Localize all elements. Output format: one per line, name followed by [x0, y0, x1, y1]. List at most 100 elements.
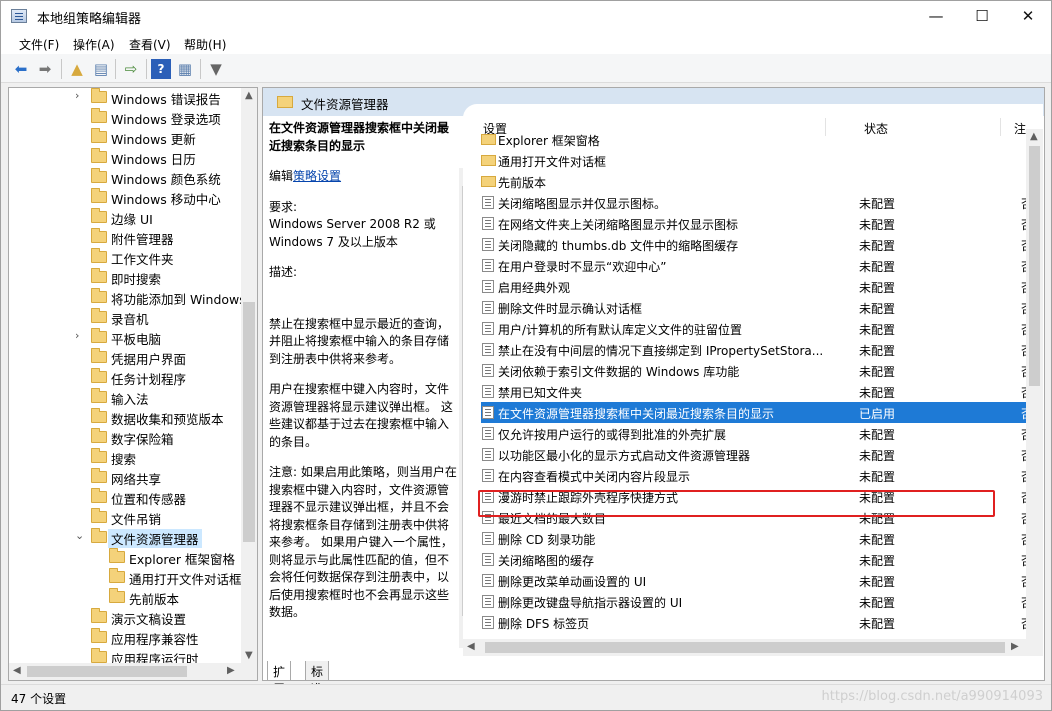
folder-icon — [109, 548, 125, 563]
setting-state: 未配置 — [859, 596, 896, 610]
setting-name: 以功能区最小化的显示方式启动文件资源管理器 — [498, 449, 751, 463]
policy-row[interactable]: 关闭隐藏的 thumbs.db 文件中的缩略图缓存未配置否 — [481, 234, 1041, 255]
policy-description: 在文件资源管理器搜索框中关闭最近搜索条目的显示 编辑策略设置 要求: Windo… — [269, 120, 457, 640]
policy-row[interactable]: 删除文件时显示确认对话框未配置否 — [481, 297, 1041, 318]
policy-setting-icon — [482, 238, 494, 251]
policy-row[interactable]: 删除 CD 刻录功能未配置否 — [481, 528, 1041, 549]
policy-row[interactable]: 关闭缩略图的缓存未配置否 — [481, 549, 1041, 570]
details-pane: 文件资源管理器 在文件资源管理器搜索框中关闭最近搜索条目的显示 编辑策略设置 要… — [262, 87, 1045, 681]
setting-name: 在网络文件夹上关闭缩略图显示并仅显示图标 — [498, 218, 739, 232]
edit-policy-link[interactable]: 策略设置 — [293, 169, 341, 183]
requirements-text: Windows Server 2008 R2 或 Windows 7 及以上版本 — [269, 217, 436, 249]
help-icon[interactable]: ? — [151, 59, 171, 79]
policy-row-selected[interactable]: 在文件资源管理器搜索框中关闭最近搜索条目的显示已启用否 — [481, 402, 1041, 423]
setting-state: 未配置 — [859, 323, 896, 337]
policy-row[interactable]: 启用经典外观未配置否 — [481, 276, 1041, 297]
policy-setting-icon — [482, 553, 494, 566]
toolbar: ⬅ ➡ ▲ ▤ ⇨ ? ▦ ▼ — [1, 54, 1051, 83]
setting-name: 仅允许按用户运行的或得到批准的外壳扩展 — [498, 428, 727, 442]
tree-vertical-scrollbar[interactable]: ▲ ▼ — [241, 88, 257, 663]
policy-row[interactable]: 删除 DFS 标签页未配置否 — [481, 612, 1041, 633]
policy-row[interactable]: 删除更改键盘导航指示器设置的 UI未配置否 — [481, 591, 1041, 612]
folder-icon — [91, 388, 107, 403]
scroll-left-icon[interactable]: ◀ — [13, 665, 21, 676]
requirements-label: 要求: — [269, 199, 298, 214]
scroll-up-icon[interactable]: ▲ — [1030, 131, 1038, 142]
forward-icon[interactable]: ➡ — [35, 59, 55, 79]
description-paragraph: 禁止在搜索框中显示最近的查询，并阻止将搜索框中输入的条目存储到注册表中供将来参考… — [269, 316, 450, 366]
policy-row[interactable]: 以功能区最小化的显示方式启动文件资源管理器未配置否 — [481, 444, 1041, 465]
policy-row[interactable]: 仅允许按用户运行的或得到批准的外壳扩展未配置否 — [481, 423, 1041, 444]
menu-file[interactable]: 文件(F) — [19, 36, 59, 53]
folder-icon — [91, 108, 107, 123]
policy-setting-icon — [482, 385, 494, 398]
scroll-left-icon[interactable]: ◀ — [467, 641, 475, 652]
policy-row[interactable]: 删除更改菜单动画设置的 UI未配置否 — [481, 570, 1041, 591]
setting-state: 未配置 — [859, 617, 896, 631]
setting-state: 未配置 — [859, 470, 896, 484]
policy-setting-icon — [482, 280, 494, 293]
policy-setting-icon — [482, 427, 494, 440]
setting-name: 关闭隐藏的 thumbs.db 文件中的缩略图缓存 — [498, 239, 739, 253]
policy-row[interactable]: 用户/计算机的所有默认库定义文件的驻留位置未配置否 — [481, 318, 1041, 339]
list-horizontal-scrollbar[interactable]: ◀ ▶ — [463, 639, 1043, 656]
scroll-up-icon[interactable]: ▲ — [245, 90, 253, 101]
policy-row[interactable]: 关闭缩略图显示并仅显示图标。未配置否 — [481, 192, 1041, 213]
menu-view[interactable]: 查看(V) — [129, 36, 171, 53]
scroll-thumb[interactable] — [1029, 146, 1040, 386]
setting-name: 通用打开文件对话框 — [498, 155, 607, 169]
tab-standard[interactable]: 标准 — [305, 661, 330, 696]
expand-chevron-icon[interactable]: › — [75, 329, 87, 342]
scroll-right-icon[interactable]: ▶ — [1011, 641, 1019, 652]
export-list-icon[interactable]: ⇨ — [121, 59, 141, 79]
setting-state: 未配置 — [859, 260, 896, 274]
scroll-down-icon[interactable]: ▼ — [245, 650, 253, 661]
setting-name: 删除 CD 刻录功能 — [498, 533, 596, 547]
folder-icon — [91, 208, 107, 223]
setting-state: 未配置 — [859, 344, 896, 358]
filter-icon[interactable]: ▼ — [206, 59, 226, 79]
policy-row[interactable]: 禁用已知文件夹未配置否 — [481, 381, 1041, 402]
navigation-tree: › Windows 错误报告 Windows 登录选项 Windows 更新 Wi… — [8, 87, 258, 681]
tree-horizontal-scrollbar[interactable]: ◀ ▶ — [9, 663, 257, 680]
scroll-right-icon[interactable]: ▶ — [227, 665, 235, 676]
policy-title: 在文件资源管理器搜索框中关闭最近搜索条目的显示 — [269, 121, 450, 153]
expand-chevron-icon[interactable]: › — [75, 89, 87, 102]
folder-open-icon — [91, 528, 107, 543]
app-window: 本地组策略编辑器 — ☐ ✕ 文件(F) 操作(A) 查看(V) 帮助(H) ⬅… — [0, 0, 1052, 711]
list-vertical-scrollbar[interactable]: ▲ — [1026, 129, 1043, 649]
close-button[interactable]: ✕ — [1005, 1, 1051, 32]
policy-row[interactable]: 关闭依赖于索引文件数据的 Windows 库功能未配置否 — [481, 360, 1041, 381]
menu-action[interactable]: 操作(A) — [73, 36, 115, 53]
folder-icon — [91, 628, 107, 643]
setting-name: 关闭依赖于索引文件数据的 Windows 库功能 — [498, 365, 740, 379]
tab-extended[interactable]: 扩展 — [267, 661, 292, 696]
folder-icon — [91, 288, 107, 303]
policy-row[interactable]: 先前版本 — [481, 171, 1041, 192]
setting-name: 在文件资源管理器搜索框中关闭最近搜索条目的显示 — [498, 407, 775, 421]
show-hide-tree-icon[interactable]: ▤ — [91, 59, 111, 79]
setting-name: 删除文件时显示确认对话框 — [498, 302, 643, 316]
up-folder-icon[interactable]: ▲ — [67, 59, 87, 79]
menu-help[interactable]: 帮助(H) — [184, 36, 226, 53]
maximize-button[interactable]: ☐ — [959, 1, 1005, 32]
policy-row[interactable]: 在用户登录时不显示“欢迎中心”未配置否 — [481, 255, 1041, 276]
policy-setting-icon — [482, 364, 494, 377]
policy-row[interactable]: 禁止在没有中间层的情况下直接绑定到 IPropertySetStora... 未配… — [481, 339, 1041, 360]
collapse-chevron-icon[interactable]: ⌄ — [75, 529, 87, 542]
setting-name: 删除 DFS 标签页 — [498, 617, 590, 631]
details-header-title: 文件资源管理器 — [301, 97, 389, 112]
policy-row[interactable]: Explorer 框架窗格 — [481, 129, 1041, 150]
back-icon[interactable]: ⬅ — [11, 59, 31, 79]
policy-row[interactable]: 在网络文件夹上关闭缩略图显示并仅显示图标未配置否 — [481, 213, 1041, 234]
policy-row[interactable]: 在内容查看模式中关闭内容片段显示未配置否 — [481, 465, 1041, 486]
scroll-thumb[interactable] — [27, 666, 187, 677]
minimize-button[interactable]: — — [913, 1, 959, 32]
folder-icon — [91, 368, 107, 383]
title-bar[interactable]: 本地组策略编辑器 — ☐ ✕ — [1, 1, 1051, 32]
policy-row[interactable]: 通用打开文件对话框 — [481, 150, 1041, 171]
properties-view-icon[interactable]: ▦ — [175, 59, 195, 79]
scroll-thumb[interactable] — [485, 642, 1005, 653]
policy-editor-icon — [11, 9, 27, 23]
scroll-thumb[interactable] — [243, 302, 255, 542]
